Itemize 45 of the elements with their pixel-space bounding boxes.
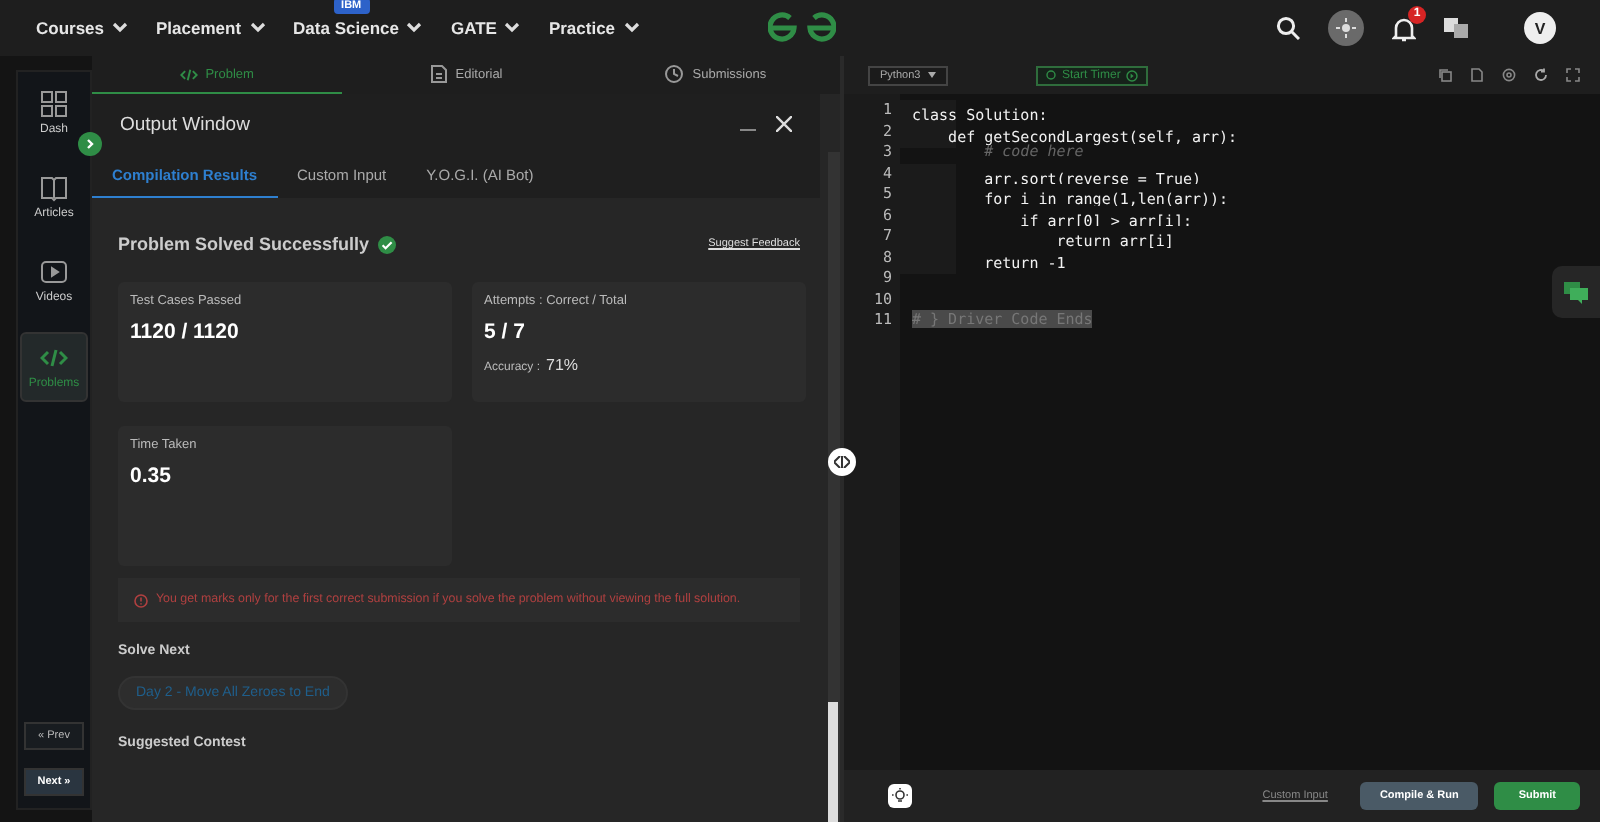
caret-icon xyxy=(928,72,936,78)
check-circle-icon xyxy=(377,235,396,253)
video-icon xyxy=(40,258,68,286)
sun-icon xyxy=(1336,18,1356,38)
stat-value: 0.35 xyxy=(130,464,173,488)
bell-icon[interactable] xyxy=(1392,15,1416,41)
document-icon xyxy=(429,64,448,84)
accuracy-value: 71% xyxy=(546,356,579,374)
file-icon[interactable] xyxy=(1470,68,1484,82)
chat-icon[interactable] xyxy=(1552,266,1600,318)
chevron-down-icon xyxy=(504,22,521,34)
fullscreen-icon[interactable] xyxy=(1566,68,1580,82)
search-icon[interactable] xyxy=(1276,16,1300,40)
stat-value: 1120 / 1120 xyxy=(130,320,241,344)
close-icon[interactable] xyxy=(776,116,792,132)
translate-icon[interactable] xyxy=(1444,16,1468,40)
info-icon xyxy=(134,594,148,608)
theme-toggle-button[interactable] xyxy=(1328,10,1364,46)
clock-icon xyxy=(664,64,685,84)
play-icon xyxy=(1126,69,1139,81)
status-heading: Problem Solved Successfully xyxy=(118,234,370,254)
chevron-down-icon xyxy=(249,22,266,34)
nav-menu[interactable]: Placement xyxy=(156,18,266,38)
chevron-right-icon xyxy=(84,138,96,150)
timer-icon xyxy=(1046,70,1056,80)
book-icon xyxy=(40,174,68,202)
lightbulb-icon[interactable] xyxy=(888,784,912,808)
chevron-down-icon xyxy=(112,22,129,34)
nav-menu[interactable]: Practice xyxy=(548,18,640,38)
stat-value: 5 / 7 xyxy=(484,320,527,344)
code-icon xyxy=(40,344,68,372)
code-icon xyxy=(179,65,198,83)
nav-menu[interactable]: GATE xyxy=(450,18,521,38)
settings-icon[interactable] xyxy=(1502,68,1516,82)
copy-icon[interactable] xyxy=(1438,68,1452,82)
refresh-icon[interactable] xyxy=(1534,68,1548,82)
scrollbar[interactable] xyxy=(828,152,840,822)
grid-icon xyxy=(40,90,68,118)
chevron-down-icon xyxy=(623,22,640,34)
user-avatar[interactable]: V xyxy=(1524,12,1556,44)
nav-menu[interactable]: Courses xyxy=(36,18,129,38)
chevron-down-icon xyxy=(406,22,423,34)
window-title: Output Window xyxy=(120,113,252,135)
logo-icon[interactable] xyxy=(768,10,836,42)
nav-menu[interactable]: Data Science xyxy=(293,18,423,38)
